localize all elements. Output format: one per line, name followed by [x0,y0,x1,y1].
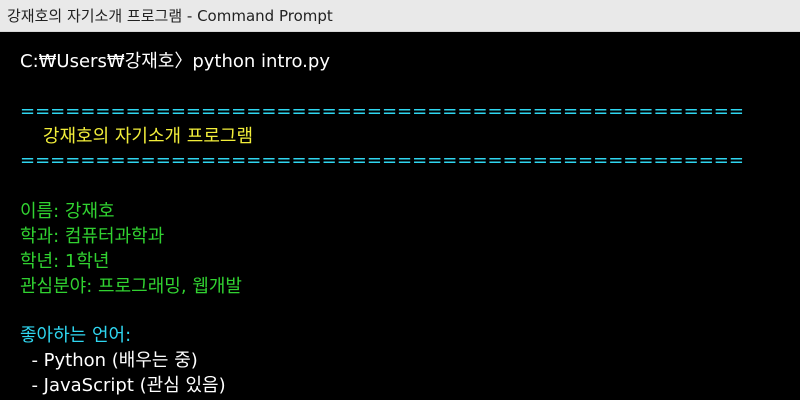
major-line: 학과: 컴퓨터과학과 [20,226,165,247]
separator-bottom: ========================================… [20,150,744,171]
separator-top: ========================================… [20,101,744,122]
command-line: C:₩Users₩강재호〉python intro.py [20,51,330,72]
language-item-javascript: - JavaScript (관심 있음) [20,375,226,396]
window-title: 강재호의 자기소개 프로그램 - Command Prompt [7,7,333,25]
year-line: 학년: 1학년 [20,251,110,272]
program-header: 강재호의 자기소개 프로그램 [20,126,254,147]
languages-heading: 좋아하는 언어: [20,325,132,346]
title-bar[interactable]: 강재호의 자기소개 프로그램 - Command Prompt [0,0,800,32]
name-line: 이름: 강재호 [20,201,115,222]
language-item-python: - Python (배우는 중) [20,350,198,371]
interests-line: 관심분야: 프로그래밍, 웹개발 [20,276,242,297]
command-prompt-window: 강재호의 자기소개 프로그램 - Command Prompt C:₩Users… [0,0,800,400]
console-output[interactable]: C:₩Users₩강재호〉python intro.py ===========… [0,32,800,400]
